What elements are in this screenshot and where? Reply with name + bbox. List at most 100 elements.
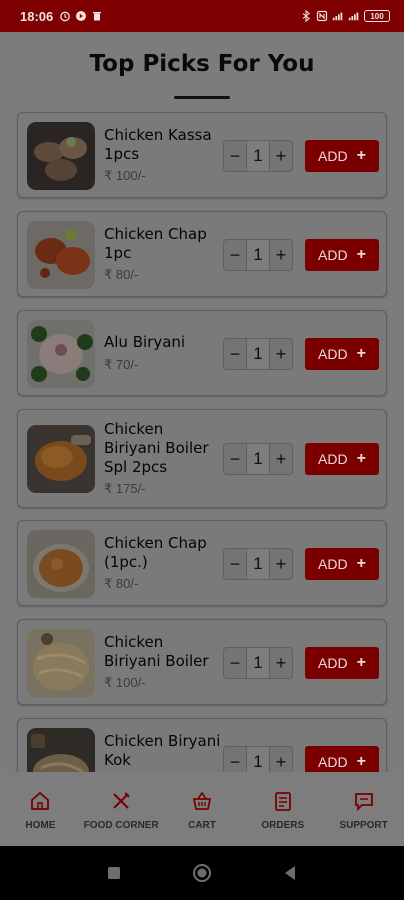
add-button-label: ADD — [318, 148, 348, 164]
plus-icon: + — [356, 246, 366, 263]
nav-orders[interactable]: ORDERS — [242, 772, 323, 846]
decrement-button[interactable]: − — [224, 549, 246, 579]
increment-button[interactable]: + — [270, 747, 292, 772]
quantity-stepper: − 1 + — [223, 338, 293, 370]
home-button[interactable] — [192, 863, 212, 883]
product-name: Chicken Biriyani Boiler — [104, 633, 209, 670]
plus-icon: + — [356, 345, 366, 362]
quantity-value: 1 — [246, 549, 270, 579]
nav-home-label: HOME — [25, 820, 56, 831]
nav-support[interactable]: SUPPORT — [323, 772, 404, 846]
increment-button[interactable]: + — [270, 339, 292, 369]
alarm-icon — [59, 10, 71, 22]
home-icon — [31, 791, 50, 810]
plus-icon: + — [356, 450, 366, 467]
product-image[interactable] — [27, 728, 95, 772]
product-name: Chicken Biriyani Boiler Spl 2pcs — [104, 420, 209, 476]
nav-cart[interactable]: CART — [162, 772, 243, 846]
increment-button[interactable]: + — [270, 240, 292, 270]
basket-icon — [192, 791, 212, 810]
bottom-nav: HOME FOOD CORNER CART ORDERS SUPPORT — [0, 772, 404, 846]
add-button[interactable]: ADD + — [305, 746, 379, 772]
add-button[interactable]: ADD + — [305, 647, 379, 679]
increment-button[interactable]: + — [270, 549, 292, 579]
product-card: Chicken Chap 1pc ₹ 80/- − 1 + ADD + — [17, 211, 387, 297]
product-card: Chicken Biryani Kok − 1 + ADD + — [17, 718, 387, 772]
quantity-stepper: − 1 + — [223, 548, 293, 580]
recent-apps-button[interactable] — [104, 863, 124, 883]
status-time: 18:06 — [20, 8, 54, 24]
decrement-button[interactable]: − — [224, 747, 246, 772]
product-price: ₹ 100/- — [104, 675, 146, 690]
chat-icon — [354, 793, 373, 812]
nav-home[interactable]: HOME — [0, 772, 81, 846]
product-card: Alu Biryani ₹ 70/- − 1 + ADD + — [17, 310, 387, 396]
add-button[interactable]: ADD + — [305, 443, 379, 475]
quantity-stepper: − 1 + — [223, 140, 293, 172]
quantity-stepper: − 1 + — [223, 443, 293, 475]
product-image[interactable] — [27, 425, 95, 493]
decrement-button[interactable]: − — [224, 240, 246, 270]
add-button-label: ADD — [318, 754, 348, 770]
product-price: ₹ 175/- — [104, 481, 146, 496]
quantity-stepper: − 1 + — [223, 647, 293, 679]
plus-icon: + — [356, 555, 366, 572]
signal-icon — [348, 10, 360, 22]
product-price: ₹ 70/- — [104, 357, 139, 372]
add-button[interactable]: ADD + — [305, 140, 379, 172]
orders-icon — [274, 792, 291, 811]
status-bar: 18:06 100 — [0, 0, 404, 32]
fork-knife-icon — [113, 792, 130, 809]
quantity-value: 1 — [246, 747, 270, 772]
add-button-label: ADD — [318, 247, 348, 263]
increment-button[interactable]: + — [270, 444, 292, 474]
quantity-value: 1 — [246, 240, 270, 270]
nfc-icon — [316, 10, 328, 22]
nav-food-corner-label: FOOD CORNER — [83, 820, 159, 831]
quantity-stepper: − 1 + — [223, 746, 293, 772]
add-button-label: ADD — [318, 556, 348, 572]
product-image[interactable] — [27, 320, 95, 388]
product-price: ₹ 80/- — [104, 576, 139, 591]
nav-cart-label: CART — [188, 820, 216, 831]
signal-4g-icon — [332, 10, 344, 22]
add-button-label: ADD — [318, 655, 348, 671]
decrement-button[interactable]: − — [224, 339, 246, 369]
quantity-value: 1 — [246, 648, 270, 678]
quantity-value: 1 — [246, 339, 270, 369]
plus-icon: + — [356, 654, 366, 671]
page-title: Top Picks For You — [89, 51, 315, 77]
quantity-stepper: − 1 + — [223, 239, 293, 271]
nav-food-corner[interactable]: FOOD CORNER — [81, 772, 162, 846]
decrement-button[interactable]: − — [224, 444, 246, 474]
add-button-label: ADD — [318, 451, 348, 467]
system-nav-bar — [0, 846, 404, 900]
product-card: Chicken Biriyani Boiler Spl 2pcs ₹ 175/-… — [17, 409, 387, 508]
add-button[interactable]: ADD + — [305, 338, 379, 370]
product-price: ₹ 100/- — [104, 168, 146, 183]
decrement-button[interactable]: − — [224, 141, 246, 171]
product-name: Chicken Kassa 1pcs — [104, 126, 212, 163]
main-content[interactable]: Top Picks For You Chicken Kassa 1pcs ₹ 1… — [0, 32, 404, 772]
title-underline — [174, 96, 230, 99]
media-icon — [75, 10, 87, 22]
plus-icon: + — [356, 753, 366, 770]
product-image[interactable] — [27, 629, 95, 697]
product-price: ₹ 80/- — [104, 267, 139, 282]
product-image[interactable] — [27, 530, 95, 598]
product-name: Chicken Chap 1pc — [104, 225, 207, 262]
increment-button[interactable]: + — [270, 141, 292, 171]
back-button[interactable] — [280, 863, 300, 883]
product-image[interactable] — [27, 221, 95, 289]
product-image[interactable] — [27, 122, 95, 190]
product-card: Chicken Kassa 1pcs ₹ 100/- − 1 + ADD + — [17, 112, 387, 198]
bluetooth-icon — [300, 10, 312, 22]
decrement-button[interactable]: − — [224, 648, 246, 678]
increment-button[interactable]: + — [270, 648, 292, 678]
product-name: Alu Biryani — [104, 333, 186, 351]
nav-support-label: SUPPORT — [339, 820, 388, 831]
quantity-value: 1 — [246, 141, 270, 171]
add-button[interactable]: ADD + — [305, 239, 379, 271]
add-button[interactable]: ADD + — [305, 548, 379, 580]
product-card: Chicken Biriyani Boiler ₹ 100/- − 1 + AD… — [17, 619, 387, 705]
